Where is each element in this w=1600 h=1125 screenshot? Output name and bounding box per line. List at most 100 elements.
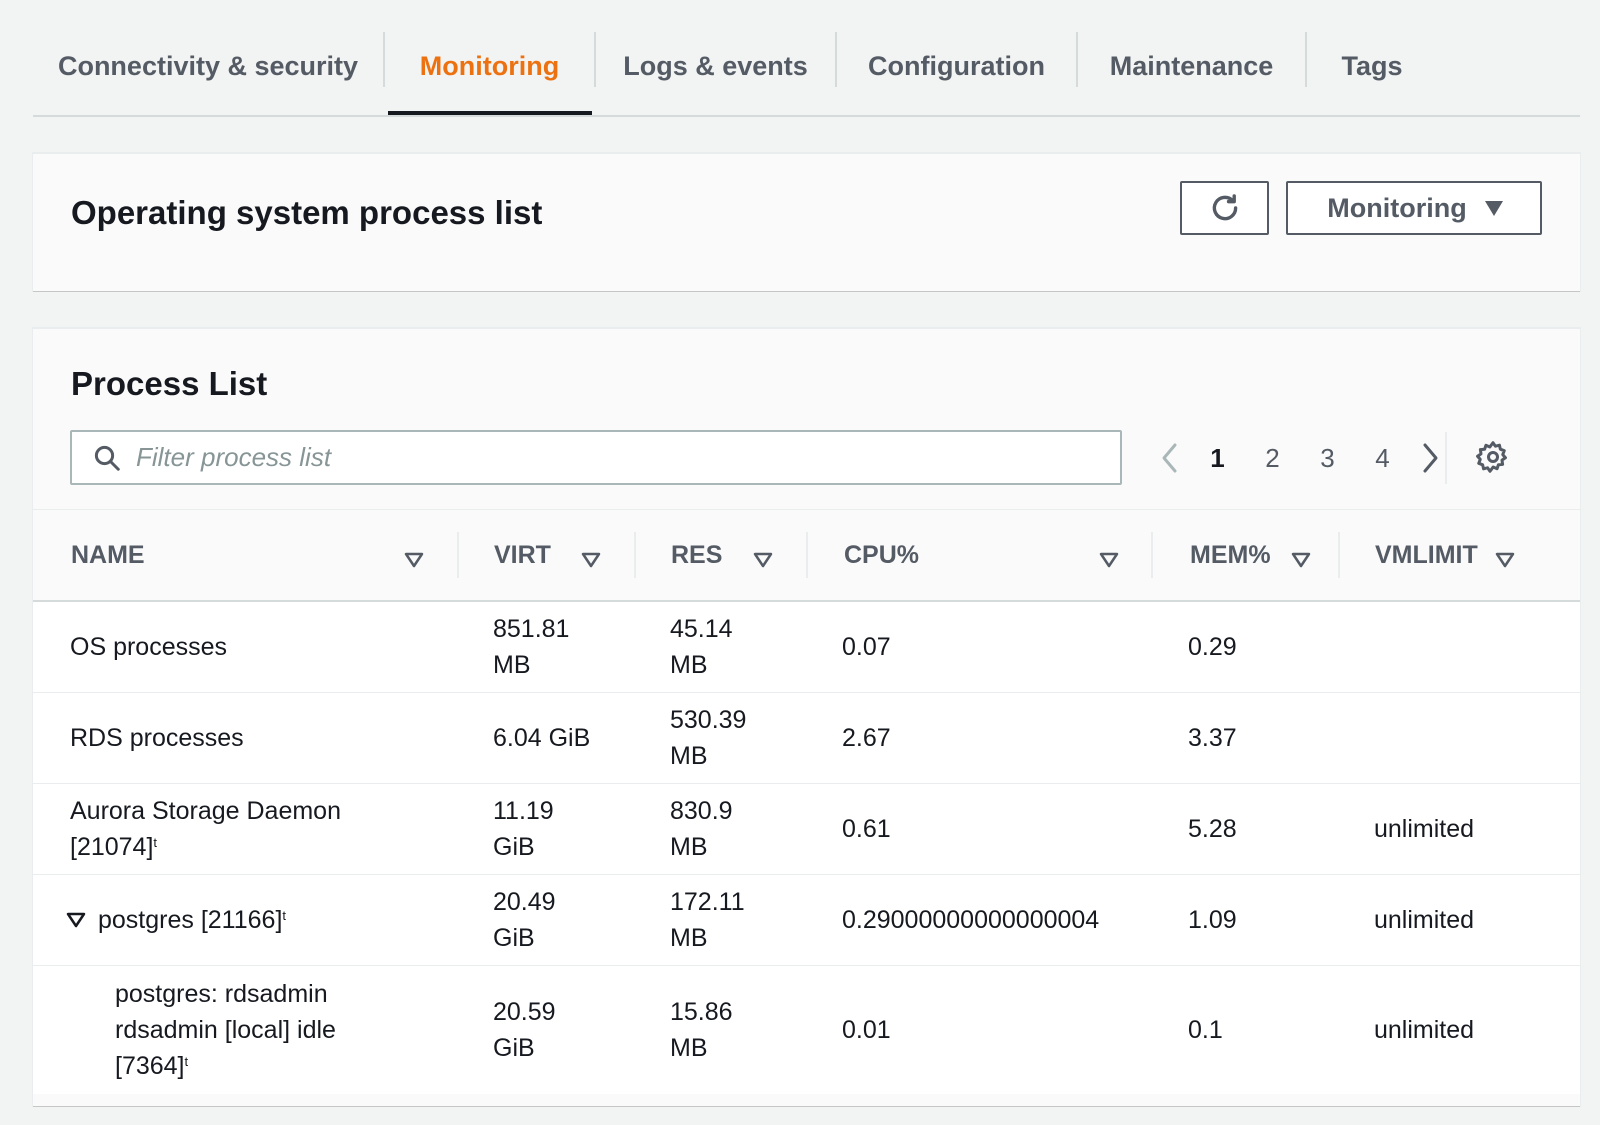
column-divider bbox=[634, 532, 636, 578]
cell-res-unit: MB bbox=[670, 924, 708, 952]
table-row[interactable]: postgres [21166] t 20.49 GiB 172.11 MB 0.29… bbox=[33, 875, 1580, 966]
thread-marker: t bbox=[184, 1054, 189, 1069]
column-divider bbox=[806, 532, 808, 578]
cell-virt: 11.19 GiB bbox=[493, 784, 554, 874]
cell-res-value: 830.9 bbox=[670, 797, 733, 825]
cell-res-unit: MB bbox=[670, 651, 708, 679]
column-divider bbox=[457, 532, 459, 578]
table-settings-button[interactable] bbox=[1475, 439, 1511, 475]
cell-res-unit: MB bbox=[670, 742, 708, 770]
tab-tags[interactable]: Tags bbox=[1307, 20, 1437, 113]
process-table: NAME VIRT RES CPU% MEM% VMLIMIT OS proce… bbox=[33, 509, 1580, 1094]
cell-name-line: postgres: rdsadmin bbox=[115, 980, 328, 1008]
cell-res-value: 530.39 bbox=[670, 706, 747, 734]
cell-name: postgres: rdsadmin rdsadmin [local] idle [… bbox=[115, 966, 336, 1094]
monitoring-dropdown-button[interactable]: Monitoring bbox=[1286, 181, 1542, 235]
gear-icon bbox=[1475, 439, 1511, 475]
cell-vmlimit: unlimited bbox=[1374, 1016, 1475, 1044]
sort-icon bbox=[1291, 546, 1311, 575]
tab-connectivity-security[interactable]: Connectivity & security bbox=[33, 20, 383, 113]
cell-cpu: 2.67 bbox=[842, 724, 891, 752]
column-divider bbox=[1338, 532, 1340, 578]
search-icon bbox=[92, 443, 122, 473]
tab-logs-events[interactable]: Logs & events bbox=[596, 20, 835, 113]
page-2-button[interactable]: 2 bbox=[1245, 443, 1300, 474]
cell-virt-value: 851.81 bbox=[493, 615, 570, 643]
table-row[interactable]: RDS processes 6.04 GiB 530.39 MB 2.67 3.3… bbox=[33, 693, 1580, 784]
cell-virt-unit: GiB bbox=[493, 833, 535, 861]
previous-page-button[interactable] bbox=[1150, 433, 1190, 483]
page-3-button[interactable]: 3 bbox=[1300, 443, 1355, 474]
page-4-button[interactable]: 4 bbox=[1355, 443, 1410, 474]
cell-virt: 20.49 GiB bbox=[493, 875, 556, 965]
chevron-left-icon bbox=[1160, 442, 1180, 474]
column-header-name[interactable]: NAME bbox=[71, 510, 461, 600]
cell-res: 530.39 MB bbox=[670, 693, 746, 783]
cell-res: 15.86 MB bbox=[670, 966, 733, 1094]
cell-res-value: 15.86 bbox=[670, 998, 733, 1026]
cell-cpu: 0.01 bbox=[842, 1016, 891, 1044]
cell-mem: 0.29 bbox=[1188, 633, 1237, 661]
cell-res-value: 172.11 bbox=[670, 888, 745, 916]
next-page-button[interactable] bbox=[1410, 433, 1450, 483]
column-header-virt[interactable]: VIRT bbox=[494, 510, 634, 600]
table-row[interactable]: OS processes 851.81 MB 45.14 MB 0.07 0.29 bbox=[33, 602, 1580, 693]
section-title: Process List bbox=[71, 365, 268, 402]
pagination-divider bbox=[1445, 432, 1447, 484]
column-header-label: NAME bbox=[71, 540, 145, 569]
page-title: Operating system process list bbox=[71, 194, 543, 231]
cell-name: postgres [21166] t bbox=[66, 875, 286, 965]
cell-res-unit: MB bbox=[670, 1034, 708, 1062]
cell-mem: 5.28 bbox=[1188, 815, 1237, 843]
cell-virt: 851.81 MB bbox=[493, 602, 569, 692]
cell-name-line: rdsadmin [local] idle bbox=[115, 1016, 336, 1044]
tab-maintenance[interactable]: Maintenance bbox=[1078, 20, 1305, 113]
table-row[interactable]: Aurora Storage Daemon [21074]t 11.19 GiB 8… bbox=[33, 784, 1580, 875]
cell-virt: 20.59 GiB bbox=[493, 966, 556, 1094]
cell-name-line: [21074] bbox=[70, 833, 154, 861]
column-header-vmlimit[interactable]: VMLIMIT bbox=[1375, 510, 1535, 600]
cell-res-unit: MB bbox=[670, 833, 708, 861]
process-list-panel: Process List 1 2 3 4 bbox=[33, 328, 1580, 1106]
filter-process-list-input[interactable] bbox=[134, 441, 1038, 474]
cell-vmlimit: unlimited bbox=[1374, 906, 1475, 934]
cell-vmlimit: unlimited bbox=[1374, 815, 1475, 843]
column-divider bbox=[1151, 532, 1153, 578]
refresh-button[interactable] bbox=[1180, 181, 1269, 235]
cell-mem: 3.37 bbox=[1188, 724, 1237, 752]
thread-marker: t bbox=[282, 908, 287, 923]
caret-down-icon bbox=[1484, 200, 1503, 216]
table-header: NAME VIRT RES CPU% MEM% VMLIMIT bbox=[33, 509, 1580, 602]
column-header-cpu[interactable]: CPU% bbox=[844, 510, 1144, 600]
cell-res: 45.14 MB bbox=[670, 602, 733, 692]
cell-virt-unit: MB bbox=[493, 651, 531, 679]
chevron-right-icon bbox=[1420, 442, 1440, 474]
column-header-label: CPU% bbox=[844, 540, 920, 569]
column-header-label: VIRT bbox=[494, 540, 551, 569]
collapse-caret-icon[interactable] bbox=[66, 912, 86, 928]
column-header-label: MEM% bbox=[1190, 540, 1271, 569]
tab-bar: Connectivity & security Monitoring Logs … bbox=[33, 20, 1580, 117]
tab-configuration[interactable]: Configuration bbox=[837, 20, 1076, 113]
sort-icon bbox=[581, 546, 601, 575]
cell-name: Aurora Storage Daemon [21074]t bbox=[70, 784, 341, 874]
tab-monitoring[interactable]: Monitoring bbox=[385, 20, 594, 115]
sort-icon bbox=[404, 546, 424, 575]
cell-name: OS processes bbox=[70, 633, 228, 661]
cell-res: 172.11 MB bbox=[670, 875, 745, 965]
column-header-mem[interactable]: MEM% bbox=[1190, 510, 1340, 600]
cell-virt-value: 20.49 bbox=[493, 888, 556, 916]
cell-virt-value: 11.19 bbox=[493, 797, 554, 825]
sort-icon bbox=[1495, 546, 1515, 575]
column-header-res[interactable]: RES bbox=[671, 510, 811, 600]
cell-name-line: Aurora Storage Daemon bbox=[70, 797, 341, 825]
cell-mem: 1.09 bbox=[1188, 906, 1237, 934]
table-row[interactable]: postgres: rdsadmin rdsadmin [local] idle [… bbox=[33, 966, 1580, 1094]
refresh-icon bbox=[1208, 191, 1242, 225]
cell-res-value: 45.14 bbox=[670, 615, 733, 643]
page-1-button[interactable]: 1 bbox=[1190, 443, 1245, 474]
cell-cpu: 0.29000000000000004 bbox=[842, 906, 1100, 934]
cell-mem: 0.1 bbox=[1188, 1016, 1223, 1044]
cell-virt: 6.04 GiB bbox=[493, 724, 591, 752]
os-process-list-panel: Operating system process list Monitoring bbox=[33, 153, 1580, 291]
